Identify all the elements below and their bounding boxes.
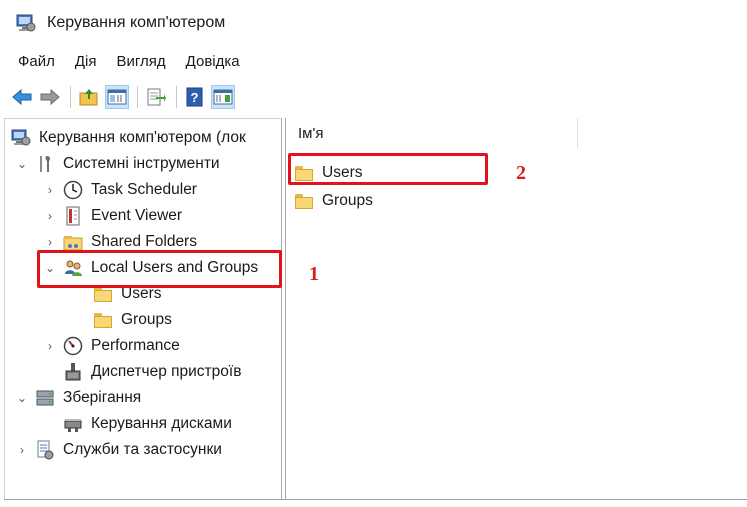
- window-bottom-border: [4, 499, 747, 500]
- chevron-right-icon[interactable]: ›: [43, 235, 57, 249]
- folder-icon: [294, 193, 314, 210]
- title-bar: Керування комп'ютером: [0, 0, 747, 46]
- tree-item-storage[interactable]: ⌄ Зберігання: [15, 385, 141, 411]
- storage-icon: [35, 388, 55, 408]
- shared-folder-icon: [63, 232, 83, 252]
- svg-text:?: ?: [191, 90, 199, 105]
- computer-management-icon: [15, 13, 37, 33]
- toolbar: ?: [0, 78, 747, 116]
- highlight-box-users: [288, 153, 488, 185]
- chevron-down-icon[interactable]: ⌄: [15, 157, 29, 171]
- show-hide-action-pane-icon[interactable]: [211, 85, 235, 109]
- chevron-down-icon[interactable]: ⌄: [15, 391, 29, 405]
- event-viewer-icon: [63, 206, 83, 226]
- menu-action[interactable]: Дія: [75, 53, 97, 70]
- tree-item-groups[interactable]: Groups: [93, 307, 172, 333]
- tree-label: Служби та застосунки: [63, 441, 222, 458]
- forward-arrow-icon[interactable]: [38, 85, 62, 109]
- clock-icon: [63, 180, 83, 200]
- tree-item-root[interactable]: Керування комп'ютером (лок: [11, 125, 246, 151]
- chevron-right-icon[interactable]: ›: [15, 443, 29, 457]
- tree-label: Shared Folders: [91, 233, 197, 250]
- annotation-label-1: 1: [309, 263, 319, 285]
- tree-item-services-applications[interactable]: › Служби та застосунки: [15, 437, 222, 463]
- list-item-groups[interactable]: Groups: [294, 188, 373, 214]
- annotation-label-2: 2: [516, 162, 526, 184]
- computer-management-icon: [11, 128, 31, 148]
- chevron-right-icon[interactable]: ›: [43, 339, 57, 353]
- console-tree: Керування комп'ютером (лок ⌄ Системні ін…: [4, 118, 282, 500]
- tree-item-event-viewer[interactable]: › Event Viewer: [43, 203, 182, 229]
- back-arrow-icon[interactable]: [10, 85, 34, 109]
- up-folder-icon[interactable]: [77, 85, 101, 109]
- tree-label: Керування комп'ютером (лок: [39, 129, 246, 146]
- device-manager-icon: [63, 362, 83, 382]
- tree-item-system-tools[interactable]: ⌄ Системні інструменти: [15, 151, 220, 177]
- column-header-name[interactable]: Ім'я: [286, 118, 578, 148]
- highlight-box-local-users-groups: [37, 250, 282, 288]
- chevron-right-icon[interactable]: ›: [43, 183, 57, 197]
- performance-icon: [63, 336, 83, 356]
- tree-item-performance[interactable]: › Performance: [43, 333, 180, 359]
- menu-help[interactable]: Довідка: [186, 53, 240, 70]
- tools-icon: [35, 154, 55, 174]
- list-item-label: Groups: [322, 192, 373, 209]
- tree-label: Event Viewer: [91, 207, 183, 224]
- folder-icon: [93, 312, 113, 329]
- window-title: Керування комп'ютером: [47, 14, 226, 31]
- toolbar-separator: [137, 86, 138, 108]
- toolbar-separator: [70, 86, 71, 108]
- help-icon[interactable]: ?: [183, 85, 207, 109]
- services-icon: [35, 440, 55, 460]
- chevron-right-icon[interactable]: ›: [43, 209, 57, 223]
- tree-label: Task Scheduler: [91, 181, 197, 198]
- menu-view[interactable]: Вигляд: [117, 53, 166, 70]
- toolbar-separator: [176, 86, 177, 108]
- disk-management-icon: [63, 414, 83, 434]
- tree-label: Диспетчер пристроїв: [91, 363, 242, 380]
- tree-item-disk-management[interactable]: Керування дисками: [63, 411, 232, 437]
- show-hide-console-tree-icon[interactable]: [105, 85, 129, 109]
- tree-item-device-manager[interactable]: Диспетчер пристроїв: [63, 359, 241, 385]
- export-list-icon[interactable]: [144, 85, 168, 109]
- tree-item-task-scheduler[interactable]: › Task Scheduler: [43, 177, 197, 203]
- tree-label: Зберігання: [63, 389, 142, 406]
- tree-label: Performance: [91, 337, 180, 354]
- tree-label: Системні інструменти: [63, 155, 220, 172]
- menu-file[interactable]: Файл: [18, 53, 55, 70]
- tree-label: Керування дисками: [91, 415, 232, 432]
- menu-bar: Файл Дія Вигляд Довідка: [0, 46, 747, 76]
- folder-icon: [93, 286, 113, 303]
- tree-label: Groups: [121, 311, 172, 328]
